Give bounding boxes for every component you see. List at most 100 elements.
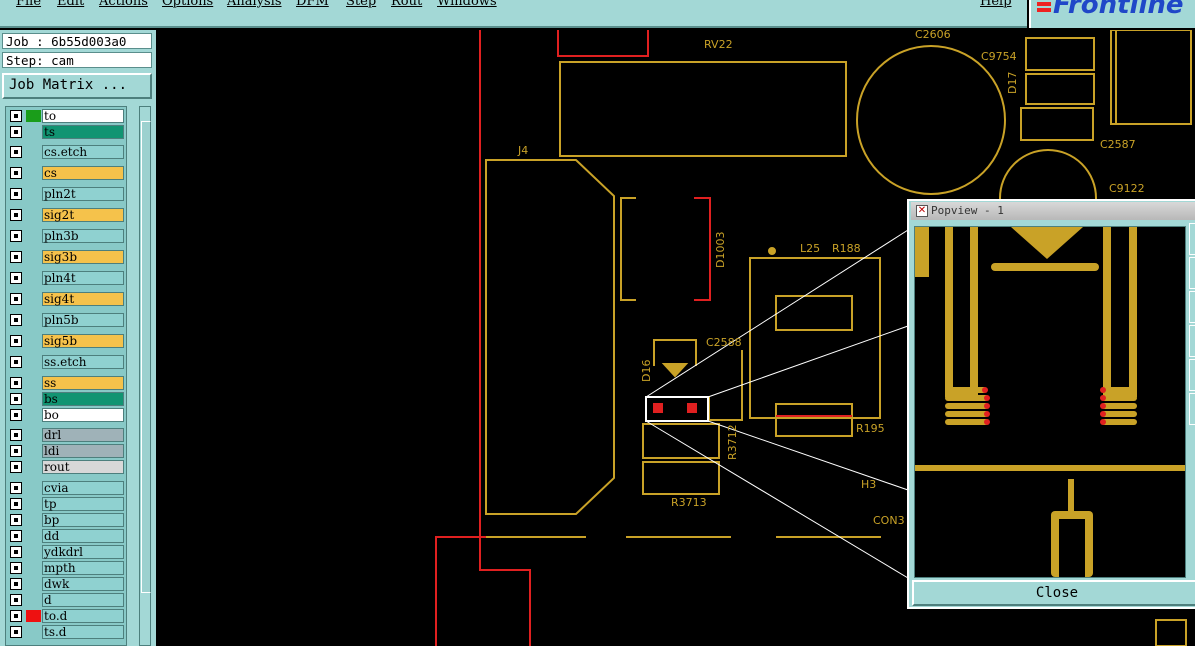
layer-name[interactable]: sig2t <box>42 208 124 222</box>
layer-checkbox[interactable] <box>10 546 22 558</box>
layer-name[interactable]: cvia <box>42 481 124 495</box>
layer-checkbox[interactable] <box>10 335 22 347</box>
scrollbar-thumb[interactable] <box>141 121 151 593</box>
layer-checkbox[interactable] <box>10 482 22 494</box>
side-button[interactable] <box>1189 393 1195 425</box>
layer-scrollbar[interactable] <box>139 106 151 646</box>
layer-checkbox[interactable] <box>10 530 22 542</box>
layer-row-ss-etch[interactable]: ss.etch <box>8 355 124 369</box>
layer-name[interactable]: d <box>42 593 124 607</box>
layer-name[interactable]: sig5b <box>42 334 124 348</box>
layer-row-ts-d[interactable]: ts.d <box>8 625 124 639</box>
layer-name[interactable]: ss.etch <box>42 355 124 369</box>
layer-checkbox[interactable] <box>10 293 22 305</box>
layer-name[interactable]: dd <box>42 529 124 543</box>
layer-row-pln2t[interactable]: pln2t <box>8 187 124 201</box>
layer-row-cs-etch[interactable]: cs.etch <box>8 145 124 159</box>
layer-name[interactable]: rout <box>42 460 124 474</box>
layer-name[interactable]: ldi <box>42 444 124 458</box>
layer-name[interactable]: tp <box>42 497 124 511</box>
layer-checkbox[interactable] <box>10 314 22 326</box>
layer-name[interactable]: ydkdrl <box>42 545 124 559</box>
layer-row-sig3b[interactable]: sig3b <box>8 250 124 264</box>
layer-row-pln3b[interactable]: pln3b <box>8 229 124 243</box>
layer-checkbox[interactable] <box>10 146 22 158</box>
side-button[interactable] <box>1189 257 1195 289</box>
menu-edit[interactable]: Edit <box>57 0 84 9</box>
layer-row-sig5b[interactable]: sig5b <box>8 334 124 348</box>
layer-name[interactable]: bs <box>42 392 124 406</box>
layer-checkbox[interactable] <box>10 209 22 221</box>
layer-name[interactable]: bo <box>42 408 124 422</box>
layer-name[interactable]: pln5b <box>42 313 124 327</box>
layer-checkbox[interactable] <box>10 445 22 457</box>
layer-row-ldi[interactable]: ldi <box>8 444 124 458</box>
layer-row-to[interactable]: to <box>8 109 124 123</box>
layer-row-mpth[interactable]: mpth <box>8 561 124 575</box>
layer-row-cs[interactable]: cs <box>8 166 124 180</box>
layer-row-ydkdrl[interactable]: ydkdrl <box>8 545 124 559</box>
side-button[interactable] <box>1189 223 1195 255</box>
layer-name[interactable]: pln2t <box>42 187 124 201</box>
job-matrix-button[interactable]: Job Matrix ... <box>2 73 152 99</box>
layer-name[interactable]: drl <box>42 428 124 442</box>
side-button[interactable] <box>1189 325 1195 357</box>
layer-row-tp[interactable]: tp <box>8 497 124 511</box>
layer-name[interactable]: sig4t <box>42 292 124 306</box>
layer-row-bp[interactable]: bp <box>8 513 124 527</box>
layer-name[interactable]: to.d <box>42 609 124 623</box>
layer-row-d[interactable]: d <box>8 593 124 607</box>
layer-checkbox[interactable] <box>10 126 22 138</box>
layer-checkbox[interactable] <box>10 377 22 389</box>
layer-row-to-d[interactable]: to.d <box>8 609 124 623</box>
menu-step[interactable]: Step <box>346 0 376 9</box>
layer-row-dwk[interactable]: dwk <box>8 577 124 591</box>
layer-checkbox[interactable] <box>10 110 22 122</box>
layer-name[interactable]: bp <box>42 513 124 527</box>
window-close-icon[interactable]: ✕ <box>916 205 928 217</box>
layer-checkbox[interactable] <box>10 393 22 405</box>
layer-row-sig2t[interactable]: sig2t <box>8 208 124 222</box>
layer-row-bo[interactable]: bo <box>8 408 124 422</box>
menu-dfm[interactable]: DFM <box>296 0 329 9</box>
layer-name[interactable]: mpth <box>42 561 124 575</box>
side-button[interactable] <box>1189 291 1195 323</box>
layer-row-bs[interactable]: bs <box>8 392 124 406</box>
layer-name[interactable]: dwk <box>42 577 124 591</box>
layer-checkbox[interactable] <box>10 167 22 179</box>
layer-row-drl[interactable]: drl <box>8 428 124 442</box>
side-button[interactable] <box>1189 359 1195 391</box>
layer-checkbox[interactable] <box>10 594 22 606</box>
layer-name[interactable]: cs <box>42 166 124 180</box>
layer-checkbox[interactable] <box>10 429 22 441</box>
layer-name[interactable]: sig3b <box>42 250 124 264</box>
layer-name[interactable]: ts.d <box>42 625 124 639</box>
layer-name[interactable]: pln4t <box>42 271 124 285</box>
close-button[interactable]: Close <box>912 580 1195 606</box>
menu-file[interactable]: File <box>16 0 41 9</box>
layer-row-cvia[interactable]: cvia <box>8 481 124 495</box>
popview-titlebar[interactable]: ✕ Popview - 1 <box>911 202 1195 220</box>
layer-name[interactable]: cs.etch <box>42 145 124 159</box>
layer-checkbox[interactable] <box>10 626 22 638</box>
layer-row-ss[interactable]: ss <box>8 376 124 390</box>
layer-checkbox[interactable] <box>10 578 22 590</box>
layer-row-sig4t[interactable]: sig4t <box>8 292 124 306</box>
layer-checkbox[interactable] <box>10 230 22 242</box>
layer-name[interactable]: pln3b <box>42 229 124 243</box>
layer-row-pln4t[interactable]: pln4t <box>8 271 124 285</box>
popview-zoom-view[interactable] <box>914 226 1186 578</box>
layer-checkbox[interactable] <box>10 498 22 510</box>
layer-row-ts[interactable]: ts <box>8 125 124 139</box>
menu-help[interactable]: Help <box>980 0 1012 9</box>
menu-windows[interactable]: Windows <box>437 0 497 9</box>
layer-row-dd[interactable]: dd <box>8 529 124 543</box>
layer-row-rout[interactable]: rout <box>8 460 124 474</box>
layer-name[interactable]: to <box>42 109 124 123</box>
menu-options[interactable]: Options <box>162 0 213 9</box>
layer-checkbox[interactable] <box>10 409 22 421</box>
layer-checkbox[interactable] <box>10 188 22 200</box>
layer-checkbox[interactable] <box>10 251 22 263</box>
layer-name[interactable]: ss <box>42 376 124 390</box>
layer-checkbox[interactable] <box>10 562 22 574</box>
